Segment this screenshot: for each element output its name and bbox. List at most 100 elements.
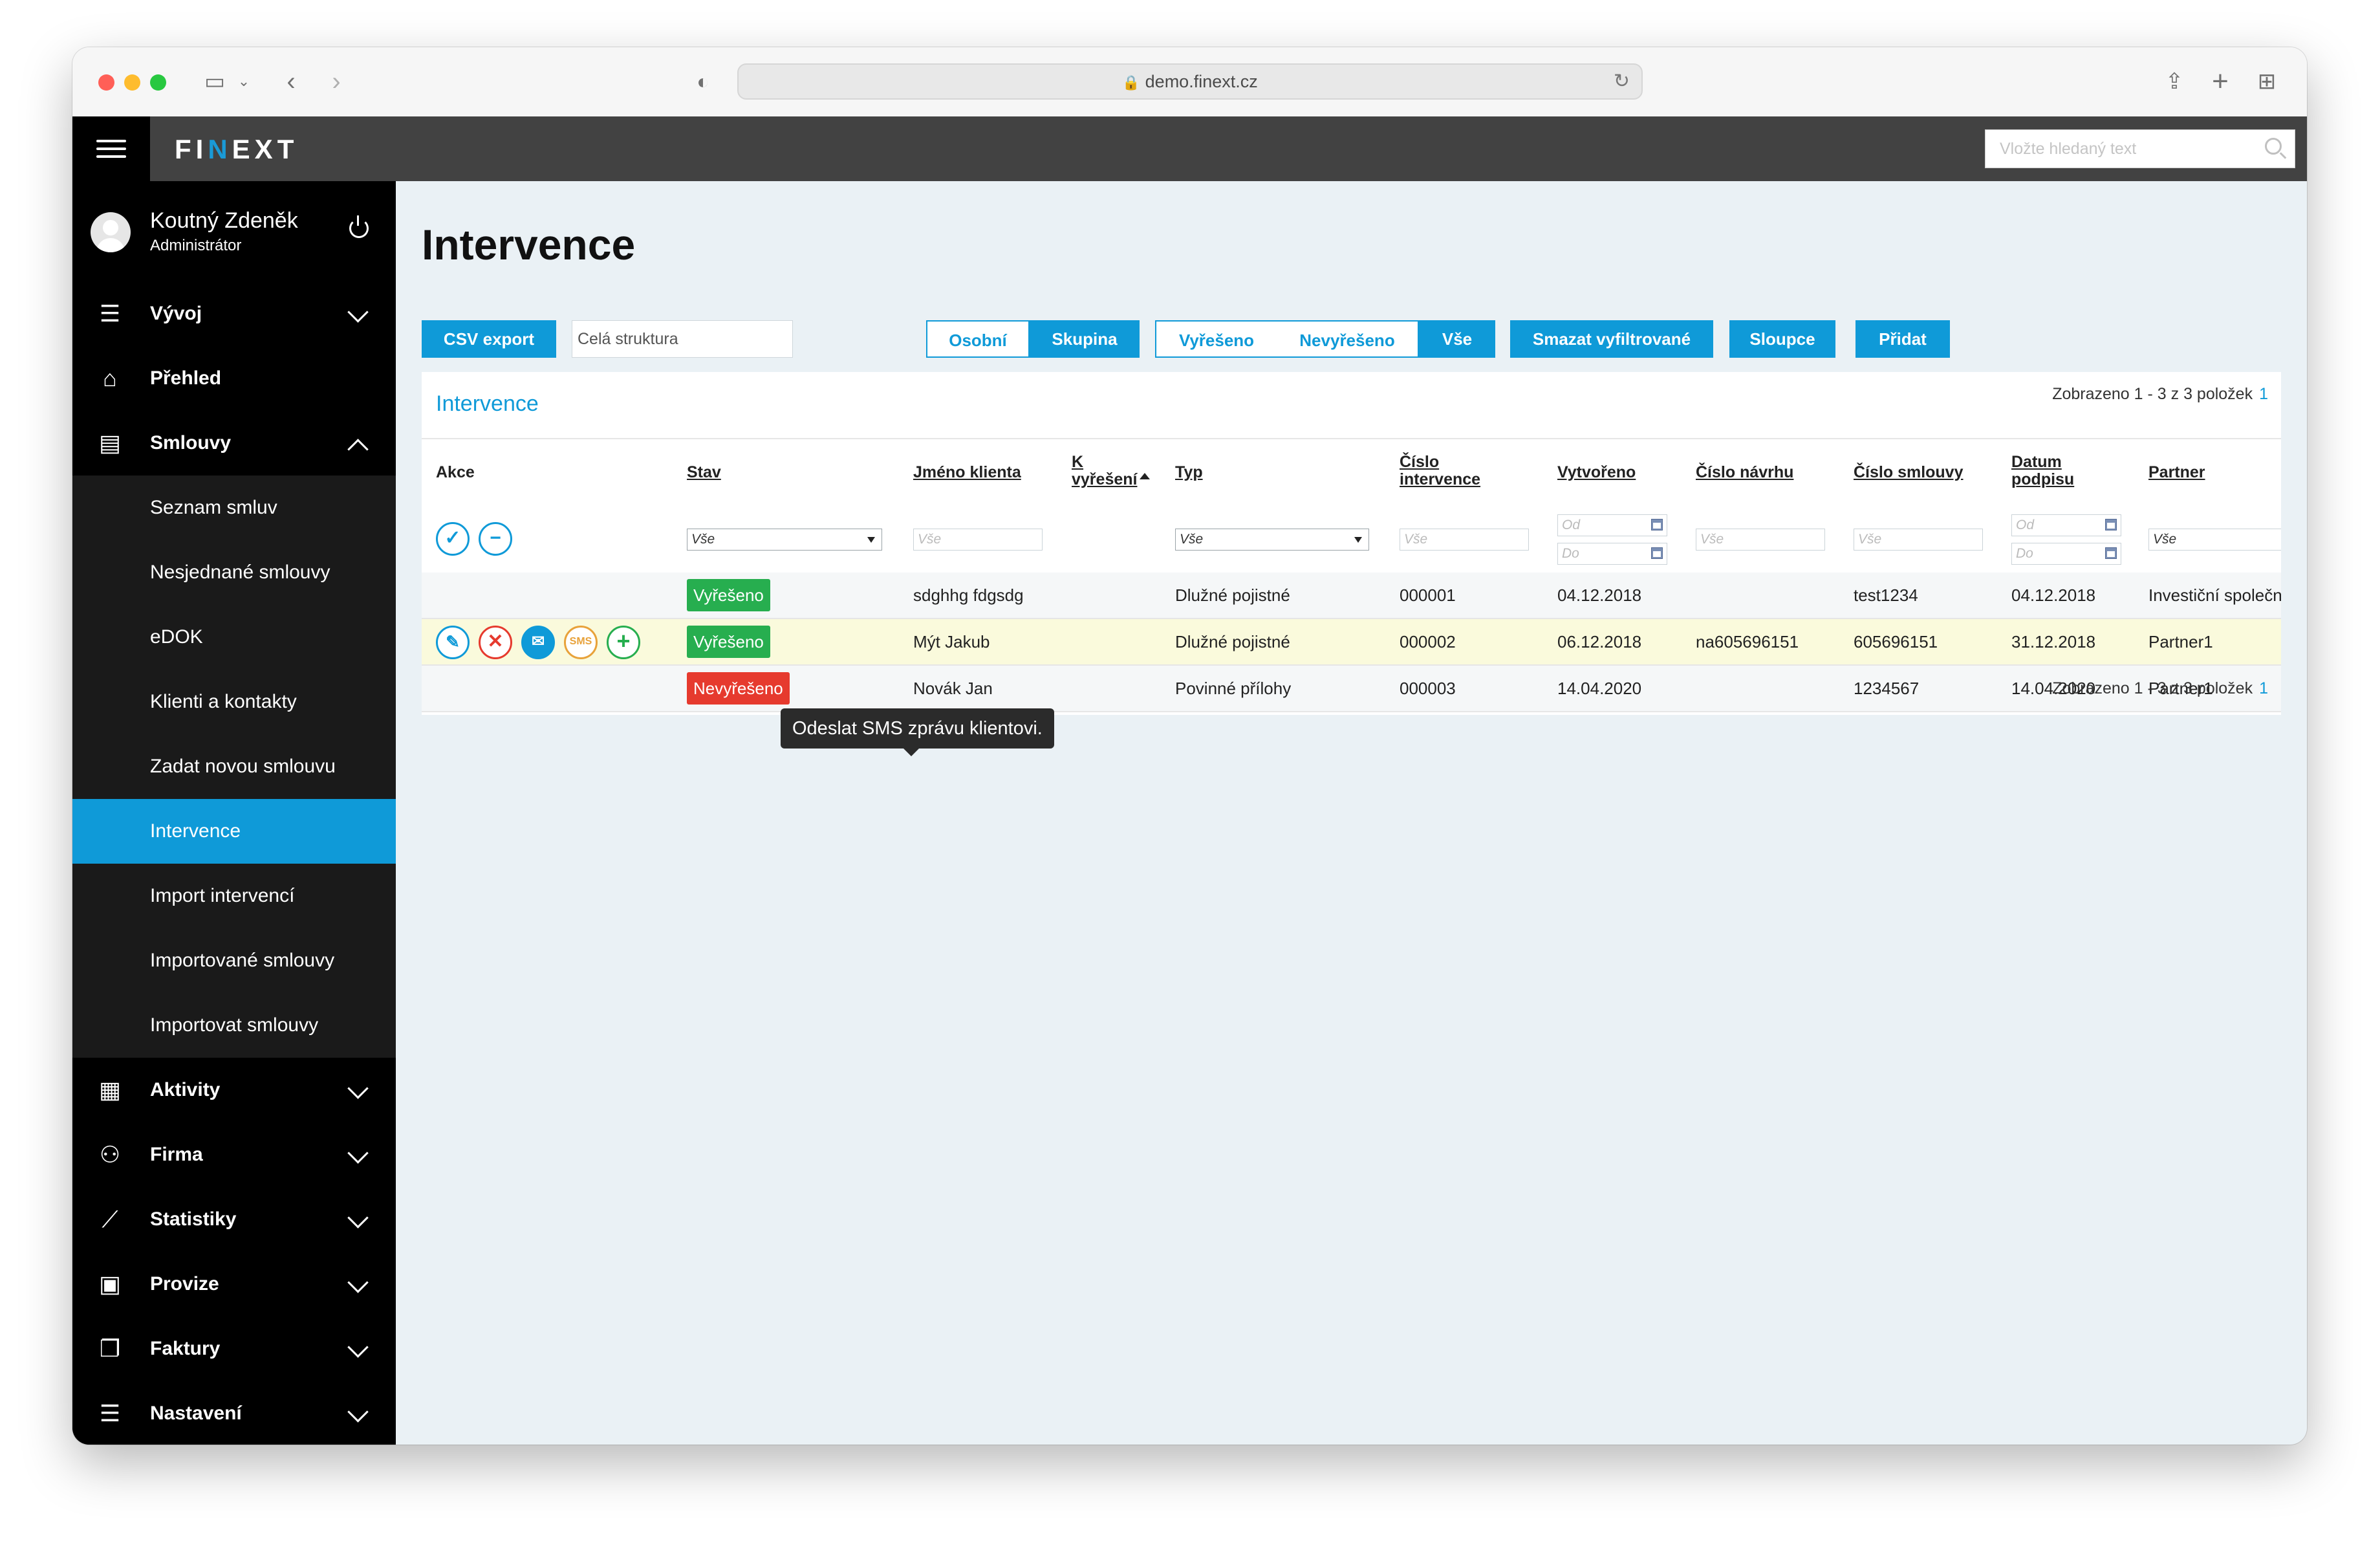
apply-filter-button[interactable]: ✓	[436, 522, 470, 556]
sidebar-item-label: Klienti a kontakty	[150, 691, 297, 712]
sidebar-item-label: Zadat novou smlouvu	[150, 756, 336, 777]
col-cislo-smlouvy[interactable]: Číslo smlouvy	[1854, 464, 1964, 481]
structure-input[interactable]	[572, 320, 793, 358]
minimize-window-button[interactable]	[124, 74, 140, 91]
filter-vse-button[interactable]: Vše	[1419, 320, 1495, 358]
chevron-down-icon[interactable]: ⌄	[234, 64, 254, 99]
delete-icon[interactable]: ✕	[479, 626, 512, 659]
page-link[interactable]: 1	[2259, 385, 2268, 403]
cell-smlouva: 605696151	[1854, 632, 1938, 651]
new-tab-icon[interactable]: +	[2204, 64, 2236, 99]
sidebar-item-firma[interactable]: ⚇ Firma	[72, 1122, 396, 1187]
csv-export-button[interactable]: CSV export	[422, 320, 556, 358]
close-window-button[interactable]	[98, 74, 114, 91]
sidebar-item-provize[interactable]: ▣ Provize	[72, 1252, 396, 1317]
app-header: FINEXT	[72, 116, 2307, 181]
sms-icon[interactable]: SMS	[564, 626, 598, 659]
calendar-icon[interactable]	[2105, 547, 2117, 559]
sidebar-toggle-icon[interactable]: ▭	[195, 64, 234, 99]
filter-datum-do[interactable]: Do	[2011, 543, 2121, 565]
columns-button[interactable]: Sloupce	[1729, 320, 1835, 358]
filter-navrh-input[interactable]: Vše	[1696, 529, 1825, 551]
page-link[interactable]: 1	[2259, 679, 2268, 697]
filter-cislo-input[interactable]: Vše	[1400, 529, 1529, 551]
sidebar-item-statistiky[interactable]: ⟋ Statistiky	[72, 1187, 396, 1252]
clear-filter-button[interactable]: −	[479, 522, 512, 556]
calendar-icon[interactable]	[1651, 519, 1663, 530]
sidebar-item-edok[interactable]: eDOK	[72, 605, 396, 670]
col-typ[interactable]: Typ	[1175, 464, 1203, 481]
privacy-shield-icon[interactable]: ◐	[687, 64, 719, 99]
users-icon: ⚇	[99, 1141, 121, 1168]
col-cislo-intervence[interactable]: Číslo intervence	[1400, 454, 1480, 488]
sidebar-item-importovane-smlouvy[interactable]: Importované smlouvy	[72, 928, 396, 993]
filter-stav-select[interactable]: Vše	[687, 529, 882, 551]
sidebar-item-vyvoj[interactable]: ☰ Vývoj	[72, 281, 396, 346]
filter-skupina-button[interactable]: Skupina	[1030, 320, 1140, 358]
filter-partner-input[interactable]: Vše	[2148, 529, 2281, 551]
logout-icon[interactable]	[349, 215, 369, 238]
chevron-down-icon	[347, 1272, 369, 1293]
cell-jmeno: Novák Jan	[913, 679, 993, 698]
email-icon[interactable]: ✉	[521, 626, 555, 659]
sidebar-item-import-intervenci[interactable]: Import intervencí	[72, 864, 396, 928]
global-search-input[interactable]	[1998, 130, 2260, 168]
interventions-panel: Intervence Zobrazeno 1 - 3 z 3 položek 1 …	[422, 372, 2281, 715]
dropdown-arrow-icon	[1354, 537, 1362, 543]
sidebar-item-faktury[interactable]: ❐ Faktury	[72, 1317, 396, 1381]
sidebar-item-zadat-smlouvu[interactable]: Zadat novou smlouvu	[72, 734, 396, 799]
sidebar-item-importovat-smlouvy[interactable]: Importovat smlouvy	[72, 993, 396, 1058]
sidebar-item-prehled[interactable]: ⌂ Přehled	[72, 346, 396, 411]
add-button[interactable]: Přidat	[1855, 320, 1950, 358]
sidebar-item-intervence[interactable]: Intervence	[72, 799, 396, 864]
filter-smlouva-input[interactable]: Vše	[1854, 529, 1983, 551]
maximize-window-button[interactable]	[150, 74, 166, 91]
search-icon[interactable]	[2265, 138, 2282, 155]
forward-icon[interactable]: ›	[323, 64, 349, 99]
item-count-text: Zobrazeno 1 - 3 z 3 položek	[2052, 385, 2253, 403]
filter-typ-select[interactable]: Vše	[1175, 529, 1369, 551]
table-row[interactable]: Nevyřešeno Novák Jan Povinné přílohy 000…	[422, 666, 2281, 712]
table-row[interactable]: ✎ ✕ ✉ SMS + Vyřešeno Mýt Jakub Dlužné po…	[422, 619, 2281, 666]
col-datum-podpisu[interactable]: Datum podpisu	[2011, 454, 2074, 488]
sidebar-item-nastaveni[interactable]: ☰ Nastavení	[72, 1381, 396, 1445]
address-bar[interactable]: 🔒 demo.finext.cz ↻	[737, 63, 1643, 100]
filter-jmeno-input[interactable]: Vše	[913, 529, 1043, 551]
cell-jmeno: Mýt Jakub	[913, 632, 990, 651]
add-icon[interactable]: +	[607, 626, 640, 659]
sidebar-item-smlouvy[interactable]: ▤ Smlouvy	[72, 411, 396, 475]
filter-vytvoreno-od[interactable]: Od	[1557, 514, 1667, 536]
filter-vyreseno-button[interactable]: Vyřešeno	[1155, 320, 1278, 358]
col-k-vyreseni[interactable]: K vyřešení	[1072, 454, 1151, 488]
sidebar-item-klienti[interactable]: Klienti a kontakty	[72, 670, 396, 734]
col-cislo-navrhu[interactable]: Číslo návrhu	[1696, 464, 1793, 481]
filter-vytvoreno-do[interactable]: Do	[1557, 543, 1667, 565]
sidebar-item-nesjednane-smlouvy[interactable]: Nesjednané smlouvy	[72, 540, 396, 605]
sidebar-item-label: Aktivity	[150, 1079, 221, 1100]
col-partner[interactable]: Partner	[2148, 464, 2205, 481]
delete-filtered-button[interactable]: Smazat vyfiltrované	[1510, 320, 1713, 358]
col-stav[interactable]: Stav	[687, 464, 721, 481]
calendar-icon[interactable]	[2105, 519, 2117, 530]
filter-nevyreseno-button[interactable]: Nevyřešeno	[1277, 320, 1419, 358]
finext-logo[interactable]: FINEXT	[175, 134, 298, 165]
calendar-icon[interactable]	[1651, 547, 1663, 559]
menu-button[interactable]	[72, 116, 150, 181]
edit-icon[interactable]: ✎	[436, 626, 470, 659]
sidebar-item-seznam-smluv[interactable]: Seznam smluv	[72, 475, 396, 540]
reload-icon[interactable]: ↻	[1614, 65, 1630, 98]
share-icon[interactable]: ⇪	[2158, 64, 2191, 99]
sms-tooltip: Odeslat SMS zprávu klientovi.	[781, 708, 1054, 756]
col-jmeno-klienta[interactable]: Jméno klienta	[913, 464, 1021, 481]
filter-datum-od[interactable]: Od	[2011, 514, 2121, 536]
status-badge: Vyřešeno	[687, 626, 770, 658]
cell-jmeno: sdghhg fdgsdg	[913, 585, 1024, 605]
col-vytvoreno[interactable]: Vytvořeno	[1557, 464, 1636, 481]
calendar-icon: ▦	[98, 1077, 121, 1103]
back-icon[interactable]: ‹	[278, 64, 304, 99]
filter-osobni-button[interactable]: Osobní	[926, 320, 1030, 358]
filter-vytvoreno-do-value: Do	[1562, 546, 1579, 561]
tab-overview-icon[interactable]: ⊞	[2251, 64, 2283, 99]
table-row[interactable]: Vyřešeno sdghhg fdgsdg Dlužné pojistné 0…	[422, 573, 2281, 619]
sidebar-item-aktivity[interactable]: ▦ Aktivity	[72, 1058, 396, 1122]
